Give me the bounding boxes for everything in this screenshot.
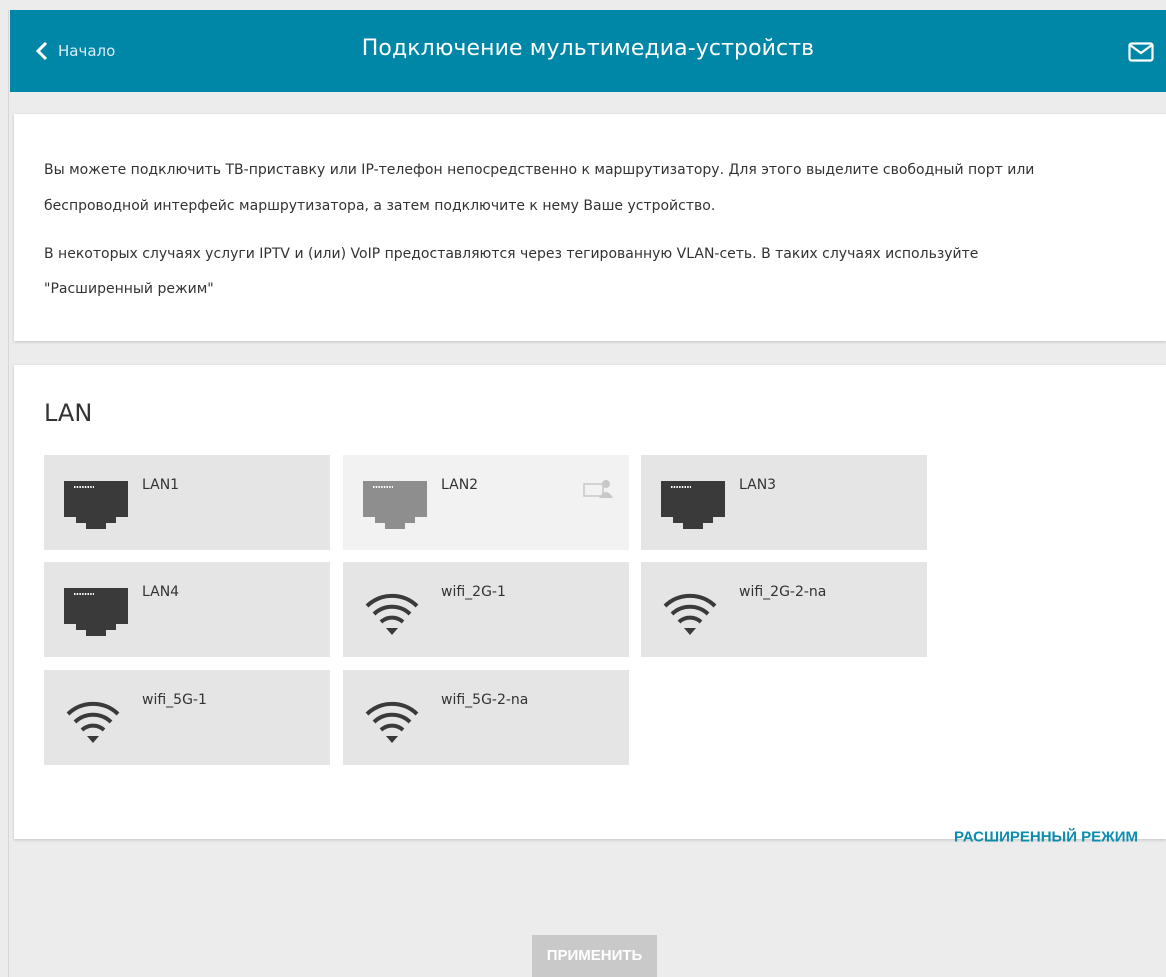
ethernet-port-icon: [64, 481, 128, 529]
mail-icon[interactable]: [1128, 42, 1154, 62]
info-text-line: Вы можете подключить ТВ-приставку или IP…: [44, 162, 1035, 178]
ethernet-port-icon: [64, 588, 128, 636]
interface-tile-wifi-5g-2-na[interactable]: wifi_5G-2-na: [343, 670, 629, 765]
wifi-icon: [663, 593, 717, 635]
page-title: Подключение мультимедиа-устройств: [361, 36, 815, 61]
apply-button[interactable]: ПРИМЕНИТЬ: [532, 935, 657, 977]
wifi-icon: [66, 701, 120, 743]
interface-label: LAN4: [142, 584, 180, 600]
interface-tile-lan1[interactable]: LAN1: [44, 455, 330, 550]
wifi-icon: [365, 593, 419, 635]
interface-label: wifi_5G-1: [142, 692, 207, 708]
top-bar: Начало Подключение мультимедиа-устройств: [10, 10, 1166, 92]
interface-tile-wifi-2g-2-na[interactable]: wifi_2G-2-na: [641, 562, 927, 657]
interface-label: wifi_2G-2-na: [739, 584, 827, 600]
interface-label: LAN3: [739, 477, 777, 493]
interface-tile-wifi-2g-1[interactable]: wifi_2G-1: [343, 562, 629, 657]
frame-border: [8, 10, 9, 977]
interface-tile-lan3[interactable]: LAN3: [641, 455, 927, 550]
interface-tile-wifi-5g-1[interactable]: wifi_5G-1: [44, 670, 330, 765]
advanced-mode-link[interactable]: РАСШИРЕННЫЙ РЕЖИМ: [954, 829, 1138, 846]
lan-card: LAN LAN1 LAN2 LAN3 LAN4 wifi_2G-1 wifi_2…: [14, 365, 1166, 846]
interface-tile-lan2[interactable]: LAN2: [343, 455, 629, 550]
ethernet-port-icon: [363, 481, 427, 529]
interface-label: wifi_2G-1: [441, 584, 506, 600]
interface-label: LAN1: [142, 477, 180, 493]
info-text-line: "Расширенный режим": [44, 281, 214, 297]
info-card: Вы можете подключить ТВ-приставку или IP…: [14, 114, 1166, 341]
info-text-line: беспроводной интерфейс маршрутизатора, а…: [44, 198, 716, 214]
interface-label: LAN2: [441, 477, 479, 493]
workstation-icon: [583, 480, 613, 498]
wifi-icon: [365, 701, 419, 743]
info-text-line: В некоторых случаях услуги IPTV и (или) …: [44, 246, 979, 262]
interface-tile-lan4[interactable]: LAN4: [44, 562, 330, 657]
section-title: LAN: [44, 399, 93, 427]
interface-label: wifi_5G-2-na: [441, 692, 529, 708]
ethernet-port-icon: [661, 481, 725, 529]
